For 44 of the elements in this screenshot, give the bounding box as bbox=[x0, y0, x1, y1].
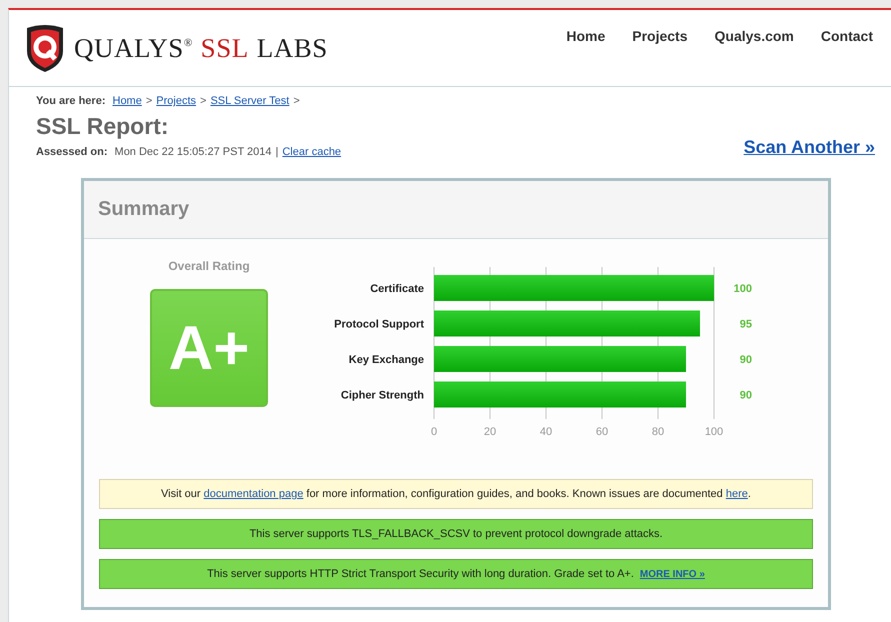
page-title: SSL Report: bbox=[36, 113, 170, 140]
nav-link[interactable]: Home bbox=[566, 28, 606, 44]
rating-label: Overall Rating bbox=[168, 259, 250, 273]
category-label: Key Exchange bbox=[348, 354, 424, 366]
breadcrumb-label: You are here: bbox=[36, 95, 106, 107]
notice-message: This server supports TLS_FALLBACK_SCSV to prevent protocol downgrade attacks. bbox=[99, 519, 813, 549]
breadcrumb-link[interactable]: Home bbox=[112, 95, 142, 107]
axis-tick-label: 80 bbox=[652, 426, 664, 438]
nav-link[interactable]: Projects bbox=[632, 28, 688, 44]
assessed-label: Assessed on: bbox=[36, 146, 108, 158]
category-label: Protocol Support bbox=[334, 318, 424, 330]
score-value: 95 bbox=[740, 318, 752, 330]
scan-another-link[interactable]: Scan Another » bbox=[744, 137, 875, 158]
nav-link[interactable]: Qualys.com bbox=[714, 28, 794, 44]
axis-tick-label: 60 bbox=[596, 426, 608, 438]
shield-logo-icon bbox=[24, 23, 66, 73]
summary-title: Summary bbox=[98, 198, 190, 221]
brand-name: QUALYS$^{®}$ bbox=[74, 32, 193, 64]
notice-link[interactable]: MORE INFO » bbox=[640, 569, 705, 580]
category-label: Cipher Strength bbox=[340, 390, 424, 402]
category-label: Certificate bbox=[370, 283, 424, 295]
axis-tick-label: 40 bbox=[540, 426, 552, 438]
score-value: 100 bbox=[734, 283, 752, 295]
breadcrumb-link[interactable]: Projects bbox=[156, 95, 196, 107]
breadcrumb-separator: > bbox=[146, 95, 152, 107]
nav-link[interactable]: Contact bbox=[820, 28, 873, 44]
product-name: SSL bbox=[200, 32, 249, 64]
separator: | bbox=[276, 146, 278, 158]
breadcrumb-link[interactable]: SSL Server Test bbox=[210, 95, 290, 107]
notice-message: Visit our documentation page for more information, configuration guides, and books. Known issues are documented here. bbox=[99, 479, 813, 509]
notice-message: This server supports HTTP Strict Transport Security with long duration. Grade set to A+. MORE INFO » bbox=[99, 559, 813, 589]
notice-link[interactable]: here bbox=[726, 488, 748, 500]
axis-tick-label: 20 bbox=[484, 426, 496, 438]
axis-tick-label: 0 bbox=[430, 426, 438, 438]
grade-badge: A+ bbox=[150, 289, 268, 407]
score-value: 90 bbox=[740, 354, 752, 366]
clear-cache-link[interactable]: Clear cache bbox=[282, 146, 342, 158]
axis-tick-label: 100 bbox=[704, 426, 724, 438]
notice-link[interactable]: documentation page bbox=[204, 488, 304, 500]
breadcrumb-separator: > bbox=[293, 95, 300, 107]
breadcrumb-separator: > bbox=[200, 95, 206, 107]
score-value: 90 bbox=[740, 390, 752, 402]
product-name-suffix: LABS bbox=[256, 32, 328, 64]
assessed-date: Mon Dec 22 15:05:27 PST 2014 bbox=[114, 146, 272, 158]
